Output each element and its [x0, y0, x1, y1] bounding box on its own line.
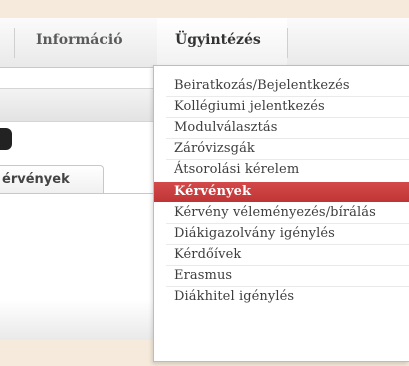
nav-item-informacio[interactable]: Információ: [36, 32, 123, 48]
tab-baseline: [0, 193, 160, 194]
menu-item-kervenyek[interactable]: Kérvények: [154, 182, 409, 202]
tab-kervenyek[interactable]: érvények: [0, 165, 104, 193]
menu-item-modulvalasztas[interactable]: Modulválasztás: [154, 118, 409, 138]
nav-separator: [287, 28, 288, 58]
main-navbar: Információ Ügyintézés: [0, 18, 409, 68]
menu-item-kerdoivek[interactable]: Kérdőívek: [154, 245, 409, 265]
menu-item-diakigazolvany-igenyles[interactable]: Diákigazolvány igénylés: [154, 224, 409, 244]
menu-item-zarovizsgak[interactable]: Záróvizsgák: [154, 139, 409, 159]
ugyintezes-dropdown-menu: Beiratkozás/Bejelentkezés Kollégiumi jel…: [153, 65, 409, 362]
menu-item-erasmus[interactable]: Erasmus: [154, 266, 409, 286]
menu-item-kollegiumi-jelentkezes[interactable]: Kollégiumi jelentkezés: [154, 97, 409, 117]
menu-item-diakhitel-igenyles[interactable]: Diákhitel igénylés: [154, 287, 409, 307]
panel-footer: [0, 300, 160, 340]
menu-item-atsorolasi-kerelem[interactable]: Átsorolási kérelem: [154, 160, 409, 180]
menu-item-kerveny-velemenyezes[interactable]: Kérvény véleményezés/bírálás: [154, 203, 409, 223]
panel-input-edge: [0, 128, 12, 150]
panel-header-bar: [0, 88, 160, 122]
nav-item-ugyintezes[interactable]: Ügyintézés: [175, 32, 261, 48]
menu-item-beiratkozas[interactable]: Beiratkozás/Bejelentkezés: [154, 76, 409, 96]
nav-separator: [14, 28, 15, 58]
